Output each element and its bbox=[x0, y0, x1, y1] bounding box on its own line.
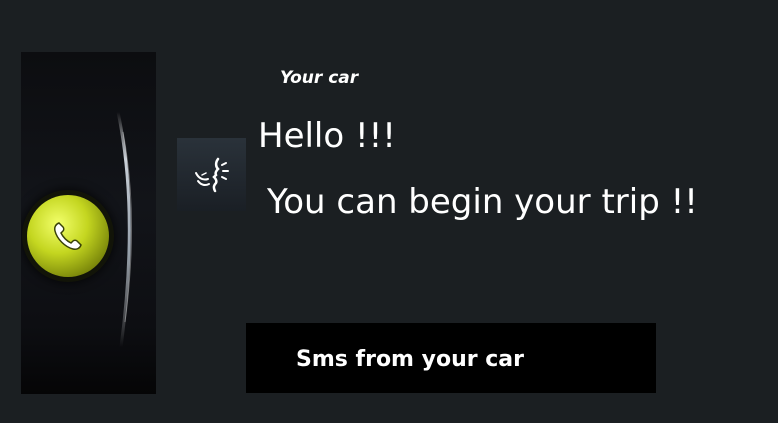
sms-source-bar: Sms from your car bbox=[246, 323, 656, 393]
voice-message-button[interactable] bbox=[177, 138, 246, 211]
phone-handset-icon bbox=[54, 222, 82, 250]
message-body: You can begin your trip !! bbox=[267, 182, 698, 222]
answer-call-button[interactable] bbox=[27, 195, 109, 277]
voice-speaking-icon bbox=[194, 157, 229, 192]
message-greeting: Hello !!! bbox=[258, 116, 396, 156]
incoming-call-panel bbox=[21, 52, 156, 394]
sms-notification-screen: Your car Hello !!! You can begin your tr… bbox=[0, 0, 778, 423]
sender-name: Your car bbox=[280, 68, 359, 88]
sms-source-label: Sms from your car bbox=[296, 347, 525, 372]
